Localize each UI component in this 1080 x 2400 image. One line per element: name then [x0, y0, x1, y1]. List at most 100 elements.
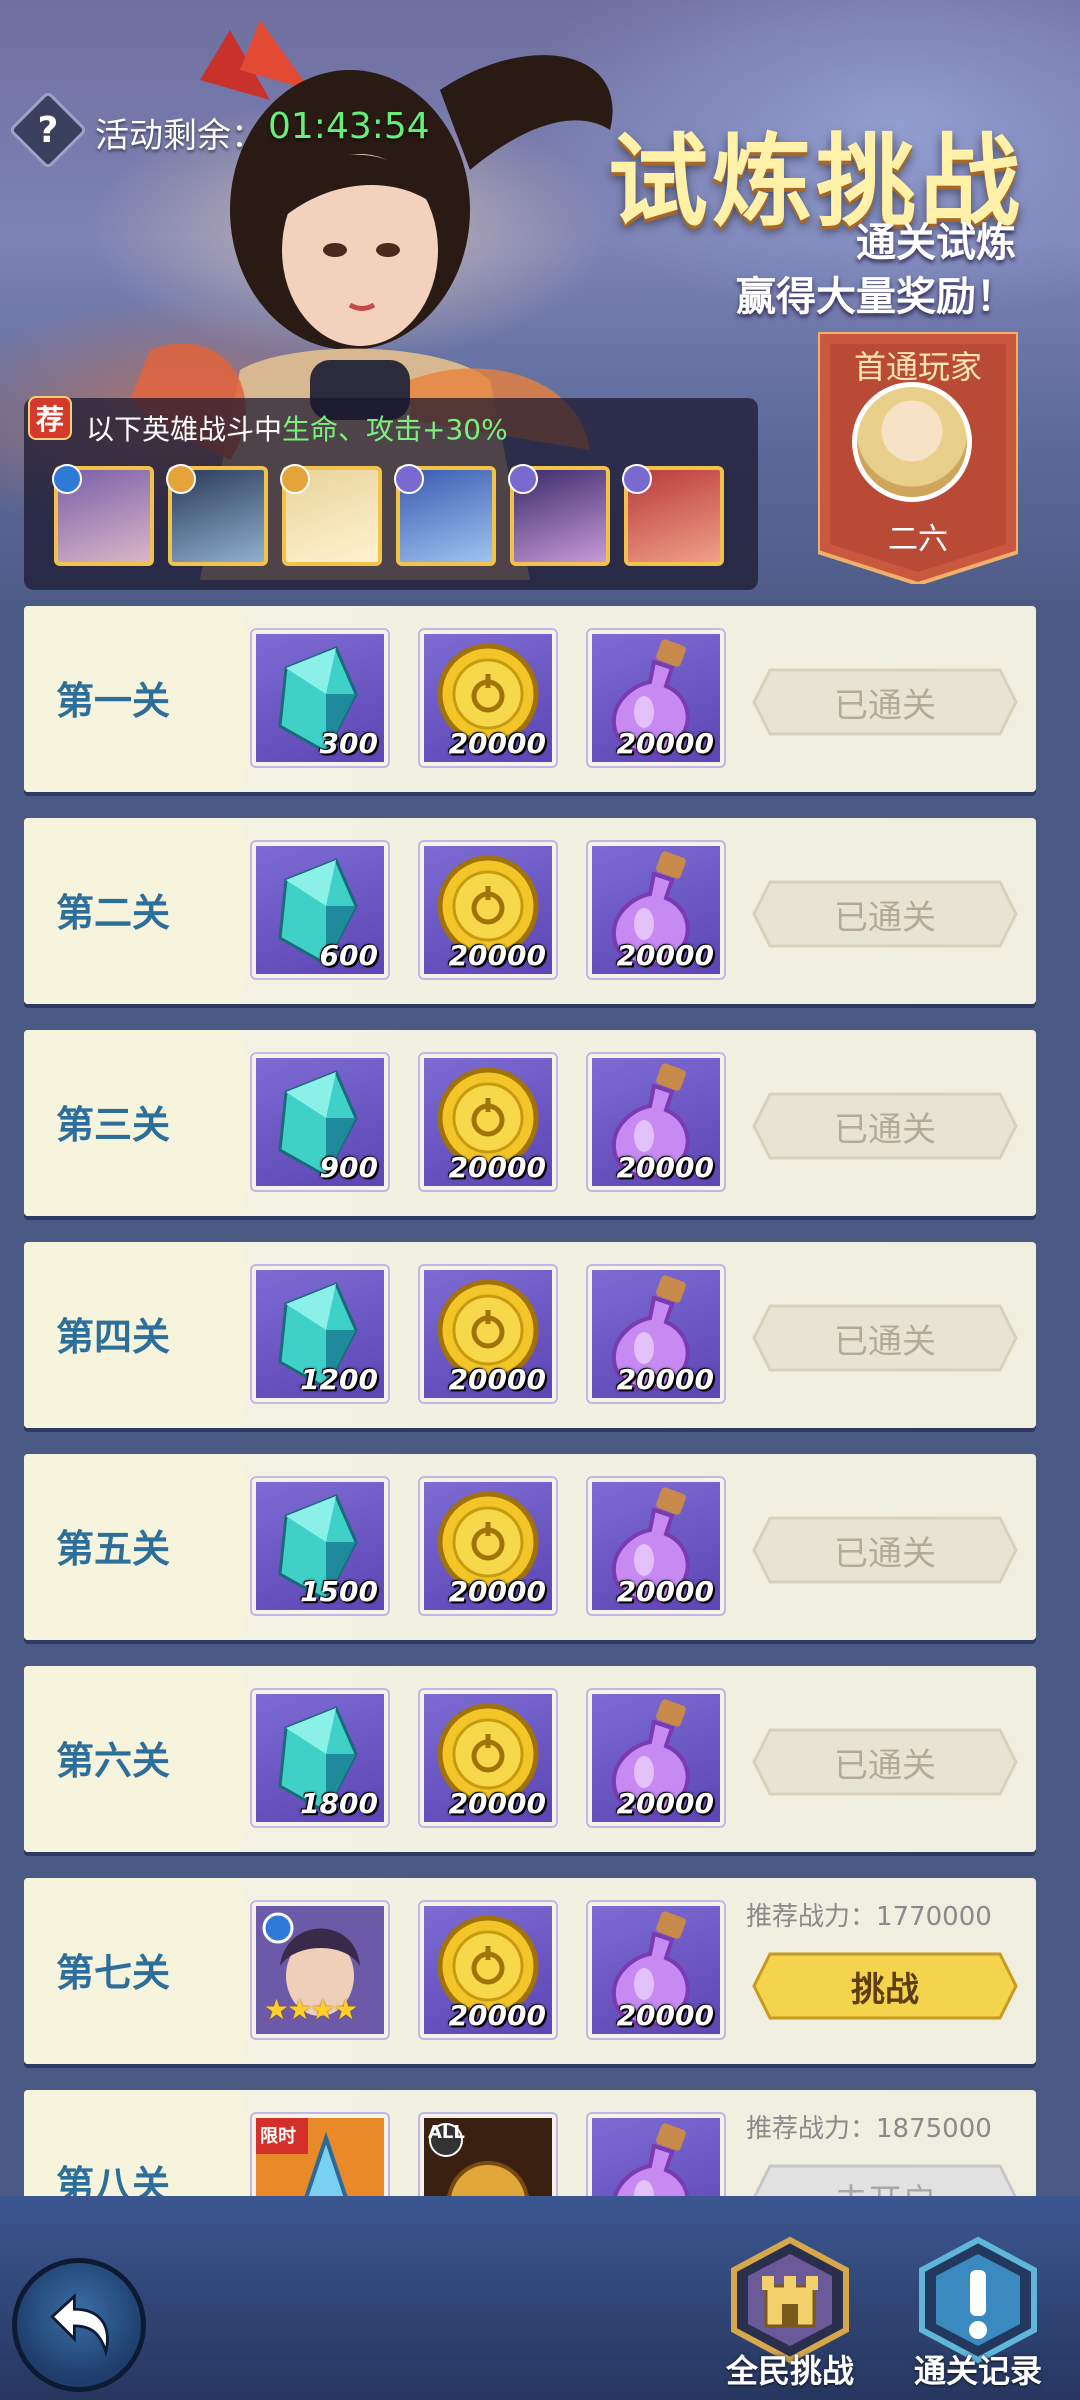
stage-status-label: 已通关 [834, 1321, 936, 1362]
event-timer-value: 01:43:54 [268, 106, 430, 147]
stage-row: 第四关 1200 20000 20000 已通关 [24, 1242, 1036, 1428]
reward-quantity: 20000 [616, 727, 714, 760]
event-timer-label: 活动剩余： [95, 116, 265, 156]
light-element-icon [166, 464, 196, 494]
all-challenge-button[interactable] [726, 2236, 854, 2364]
bonus-hero-3[interactable] [280, 464, 382, 566]
stage-row: 第二关 600 20000 20000 已通关 [24, 818, 1036, 1004]
stage-name: 第五关 [56, 1527, 171, 1571]
reward-quantity: 1200 [300, 1363, 378, 1396]
stage-status-label: 已通关 [834, 897, 936, 938]
reward-quantity: 20000 [448, 727, 546, 760]
page-subtitle: 通关试炼 赢得大量奖励！ [736, 216, 1016, 324]
all-challenge-label: 全民挑战 [725, 2352, 854, 2390]
bonus-description-highlight: 生命、攻击+30% [282, 413, 508, 446]
bonus-hero-2[interactable] [166, 464, 268, 566]
bonus-hero-1[interactable] [52, 464, 154, 566]
reward-item[interactable]: 20000 [586, 628, 726, 768]
reward-quantity: 20000 [616, 1575, 714, 1608]
star-rating: ★★★★ [264, 1993, 358, 2026]
reward-item[interactable]: 20000 [586, 1264, 726, 1404]
bonus-description-prefix: 以下英雄战斗中 [86, 413, 283, 446]
reward-quantity: 20000 [448, 1363, 546, 1396]
reward-item[interactable]: 20000 [586, 1476, 726, 1616]
reward-quantity: 1800 [300, 1787, 378, 1820]
light-element-icon [280, 464, 310, 494]
record-icon [919, 2236, 1037, 2364]
stage-name: 第六关 [56, 1739, 171, 1783]
recommended-power: 推荐战力：1770000 [746, 1902, 992, 1932]
reward-quantity: 20000 [448, 939, 546, 972]
stage-status-label: 已通关 [834, 1109, 936, 1150]
reward-item[interactable]: 1500 [250, 1476, 390, 1616]
stage-row: 第三关 900 20000 20000 已通关 [24, 1030, 1036, 1216]
help-button[interactable]: ? [8, 90, 88, 170]
bonus-hero-6[interactable] [622, 464, 724, 566]
stage-row: 第一关 300 20000 20000 已通关 [24, 606, 1036, 792]
dark-element-icon [622, 464, 652, 494]
stage-row: 第七关 ★★★★ 20000 20000 推荐战力：1770000 挑战 [24, 1878, 1036, 2064]
reward-quantity: 600 [319, 939, 378, 972]
dark-element-icon [394, 464, 424, 494]
bonus-description: 以下英雄战斗中生命、攻击+30% [86, 408, 508, 448]
reward-item[interactable]: 20000 [586, 1900, 726, 2040]
bonus-hero-5[interactable] [508, 464, 610, 566]
stage-name: 第一关 [56, 679, 171, 723]
reward-quantity: 20000 [616, 939, 714, 972]
stage-status-label: 挑战 [851, 1969, 919, 2010]
reward-quantity: 20000 [448, 1575, 546, 1608]
reward-badge: 限时 [260, 2126, 296, 2147]
castle-icon [731, 2236, 849, 2364]
reward-item[interactable]: 300 [250, 628, 390, 768]
reward-item[interactable]: 20000 [418, 840, 558, 980]
reward-item[interactable]: 20000 [586, 1688, 726, 1828]
reward-item[interactable]: 1800 [250, 1688, 390, 1828]
stage-status-label: 已通关 [834, 1745, 936, 1786]
reward-quantity: 20000 [616, 1999, 714, 2032]
reward-item[interactable]: 1200 [250, 1264, 390, 1404]
stage-row: 第五关 1500 20000 20000 已通关 [24, 1454, 1036, 1640]
water-element-icon [52, 464, 82, 494]
back-button[interactable] [12, 2258, 146, 2392]
avatar[interactable] [852, 382, 972, 502]
reward-quantity: 20000 [616, 1363, 714, 1396]
reward-quantity: 20000 [448, 1787, 546, 1820]
reward-item[interactable]: 20000 [418, 1052, 558, 1192]
stage-row: 第六关 1800 20000 20000 已通关 [24, 1666, 1036, 1852]
reward-item[interactable]: 20000 [586, 840, 726, 980]
recommended-power: 推荐战力：1875000 [746, 2114, 992, 2144]
reward-item[interactable]: 600 [250, 840, 390, 980]
question-icon: ? [37, 109, 59, 151]
reward-quantity: 900 [319, 1151, 378, 1184]
reward-item[interactable]: 20000 [586, 1052, 726, 1192]
back-arrow-icon [50, 2293, 109, 2358]
reward-quantity: 20000 [448, 1999, 546, 2032]
subtitle-line-2: 赢得大量奖励！ [736, 274, 1016, 320]
stage-name: 第二关 [56, 891, 171, 935]
reward-item[interactable]: 900 [250, 1052, 390, 1192]
reward-badge: ALL [428, 2122, 465, 2143]
reward-item[interactable]: 20000 [418, 628, 558, 768]
reward-item[interactable]: ★★★★ [250, 1900, 390, 2040]
reward-quantity: 20000 [448, 1151, 546, 1184]
reward-quantity: 20000 [616, 1151, 714, 1184]
bonus-hero-4[interactable] [394, 464, 496, 566]
reward-item[interactable]: 20000 [418, 1476, 558, 1616]
stage-name: 第三关 [56, 1103, 171, 1147]
reward-item[interactable]: 20000 [418, 1900, 558, 2040]
clear-record-button[interactable] [914, 2236, 1042, 2364]
dark-element-icon [508, 464, 538, 494]
stage-status-label: 已通关 [834, 1533, 936, 1574]
recommend-tag: 荐 [28, 396, 72, 440]
event-header: ? 活动剩余： 01:43:54 试炼挑战 通关试炼 赢得大量奖励！ 荐 以下英… [0, 0, 1080, 600]
reward-item[interactable]: 20000 [418, 1264, 558, 1404]
reward-item[interactable]: 20000 [418, 1688, 558, 1828]
reward-quantity: 20000 [616, 1787, 714, 1820]
stage-name: 第七关 [56, 1951, 171, 1995]
first-clear-label: 首通玩家 [853, 348, 982, 386]
first-clear-player-name: 二六 [888, 522, 948, 557]
reward-quantity: 1500 [300, 1575, 378, 1608]
reward-quantity: 300 [319, 727, 378, 760]
clear-record-label: 通关记录 [913, 2352, 1042, 2390]
subtitle-line-1: 通关试炼 [856, 220, 1016, 266]
